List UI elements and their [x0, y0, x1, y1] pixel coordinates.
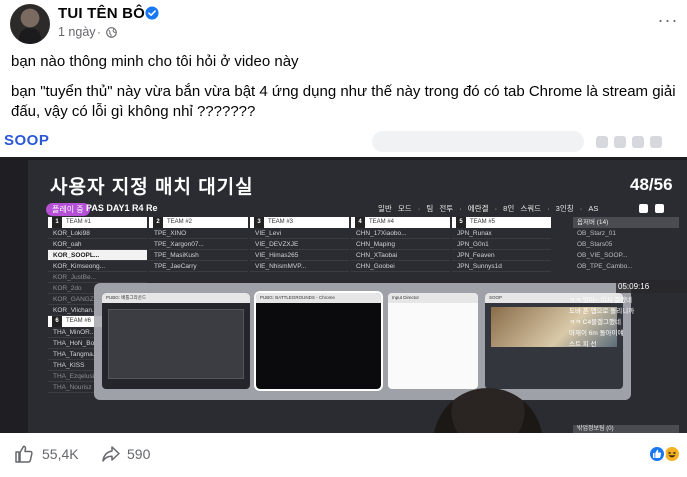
- player-slot: TPE_Xargon07...: [149, 239, 248, 250]
- spectators-footer: 밖업정보팀 (0): [573, 425, 679, 433]
- window-thumbnail: Input Director: [388, 293, 478, 389]
- window-thumbnail: PUBG: 배틀그라운드: [102, 293, 250, 389]
- team-name: TEAM #3: [268, 219, 294, 225]
- team-header: 4 TEAM #4: [351, 217, 450, 228]
- team-name: TEAM #5: [470, 219, 496, 225]
- lock-icon: [639, 204, 648, 213]
- team-number: 5: [456, 217, 466, 228]
- stream-frame: 사용자 지정 매치 대기실 48/56 플레이 중 PAS DAY1 R4 Re…: [28, 160, 687, 433]
- soop-top-bar: SOOP: [0, 127, 687, 157]
- observer-row: OB_Starz_01: [577, 230, 617, 237]
- meta-separator: ·: [97, 25, 101, 39]
- post-paragraph: bạn "tuyển thủ" này vừa bắn vừa bật 4 ứn…: [11, 83, 676, 120]
- team-number: 3: [254, 217, 264, 228]
- post-video[interactable]: SOOP 사용자 지정 매치 대기실 48/56 플레이 중 PAS DAY1 …: [0, 127, 687, 433]
- observer-header: 옵저버 (14): [573, 217, 679, 228]
- player-slot: TPE_MasiKush: [149, 250, 248, 261]
- team-header: 1 TEAM #1: [48, 217, 147, 228]
- match-options: 일반 모드 · 팀 전투 · 에란겔 · 8인 스쿼드 · 3인칭 · AS: [378, 204, 599, 213]
- chat-line: ㅋㅋ C4블겔그했네: [569, 319, 621, 326]
- player-slot: CHN_17Xiaobo...: [351, 228, 450, 239]
- player-slot: KOR_Loki98: [48, 228, 147, 239]
- share-count[interactable]: 590: [127, 446, 150, 462]
- player-slot: KOR_JustBe...: [48, 272, 147, 283]
- team-header: 2 TEAM #2: [149, 217, 248, 228]
- post-time[interactable]: 1 ngày: [58, 25, 96, 39]
- globe-icon: [106, 27, 117, 38]
- observer-row: OB_TPE_Cambo...: [577, 263, 633, 270]
- player-slot: TPE_JaeCarry: [149, 261, 248, 272]
- soop-toolbar-icons: [596, 135, 676, 149]
- player-slot: VIE_NhismMVP...: [250, 261, 349, 272]
- post-body: bạn nào thông minh cho tôi hỏi ở video n…: [11, 52, 681, 132]
- stream-clock: 05:09:16: [616, 280, 687, 293]
- chat-line: 스트 피 선: [569, 341, 597, 348]
- team-header: 3 TEAM #3: [250, 217, 349, 228]
- author-avatar[interactable]: [10, 4, 50, 44]
- player-slot: VIE_Himas265: [250, 250, 349, 261]
- share-icon[interactable]: [101, 444, 121, 464]
- post-header: TUI TÊN BÔ 1 ngày · ···: [0, 0, 687, 48]
- player-slot: KOR_oah: [48, 239, 147, 250]
- chat-line: ㅋㅋ 앗아~ 피시 걸겠네: [569, 297, 633, 304]
- match-name: PAS DAY1 R4 Re: [86, 203, 158, 213]
- window-title: PUBG: BATTLEGROUNDS - Chrome: [256, 293, 381, 303]
- task-switcher: PUBG: 배틀그라운드 PUBG: BATTLEGROUNDS - Chrom…: [94, 283, 631, 400]
- team-number: 2: [153, 217, 163, 228]
- playing-tag: 플레이 중: [46, 203, 90, 216]
- team-name: TEAM #6: [66, 318, 92, 324]
- team-number: 1: [52, 217, 62, 228]
- observer-row: OB_Stars05: [577, 241, 613, 248]
- chat-line: 도바 폰 앱으로 돌리니까: [569, 308, 635, 315]
- team-number: 6: [52, 316, 62, 327]
- like-icon[interactable]: [14, 444, 34, 464]
- post-paragraph: bạn nào thông minh cho tôi hỏi ở video n…: [11, 53, 299, 70]
- player-slot: KOR_Kimseong...: [48, 261, 147, 272]
- team-name: TEAM #2: [167, 219, 193, 225]
- soop-logo: SOOP: [4, 132, 50, 149]
- like-reaction-icon[interactable]: [648, 445, 666, 463]
- player-slot: JPN_G0n1: [452, 239, 551, 250]
- observer-row: OB_VIE_SOOP...: [577, 252, 628, 259]
- lobby-title: 사용자 지정 매치 대기실: [50, 177, 254, 198]
- player-count: 48/56: [630, 175, 673, 194]
- chat-line: 마재이 6m 돌아이얘: [569, 330, 624, 337]
- window-title: PUBG: 배틀그라운드: [102, 293, 250, 303]
- author-name[interactable]: TUI TÊN BÔ: [58, 5, 145, 22]
- more-options-button[interactable]: ···: [656, 8, 680, 32]
- player-slot: VIE_DEVZXJE: [250, 239, 349, 250]
- player-slot: TPE_XINO: [149, 228, 248, 239]
- player-slot: CHN_Maping: [351, 239, 450, 250]
- player-slot: JPN_Feaven: [452, 250, 551, 261]
- like-count[interactable]: 55,4K: [42, 446, 79, 462]
- settings-icon: [655, 204, 664, 213]
- window-title: Input Director: [388, 293, 478, 303]
- team-number: 4: [355, 217, 365, 228]
- window-thumbnail: PUBG: BATTLEGROUNDS - Chrome: [254, 291, 383, 391]
- player-slot: VIE_Levi: [250, 228, 349, 239]
- post-footer: 55,4K 590: [0, 433, 687, 477]
- player-slot: CHN_Goobei: [351, 261, 450, 272]
- chat-overlay: ㅋㅋ 앗아~ 피시 걸겠네 도바 폰 앱으로 돌리니까 ㅋㅋ C4블겔그했네 마…: [569, 295, 687, 350]
- player-slot: JPN_Runax: [452, 228, 551, 239]
- player-slot: KOR_SOOPL...: [48, 250, 147, 261]
- player-slot: CHN_XTaobai: [351, 250, 450, 261]
- team-name: TEAM #4: [369, 219, 395, 225]
- team-name: TEAM #1: [66, 219, 92, 225]
- soop-search-bar: [372, 131, 584, 152]
- team-header: 5 TEAM #5: [452, 217, 551, 228]
- player-slot: JPN_Sunnys1d: [452, 261, 551, 272]
- verified-badge-icon: [145, 6, 159, 20]
